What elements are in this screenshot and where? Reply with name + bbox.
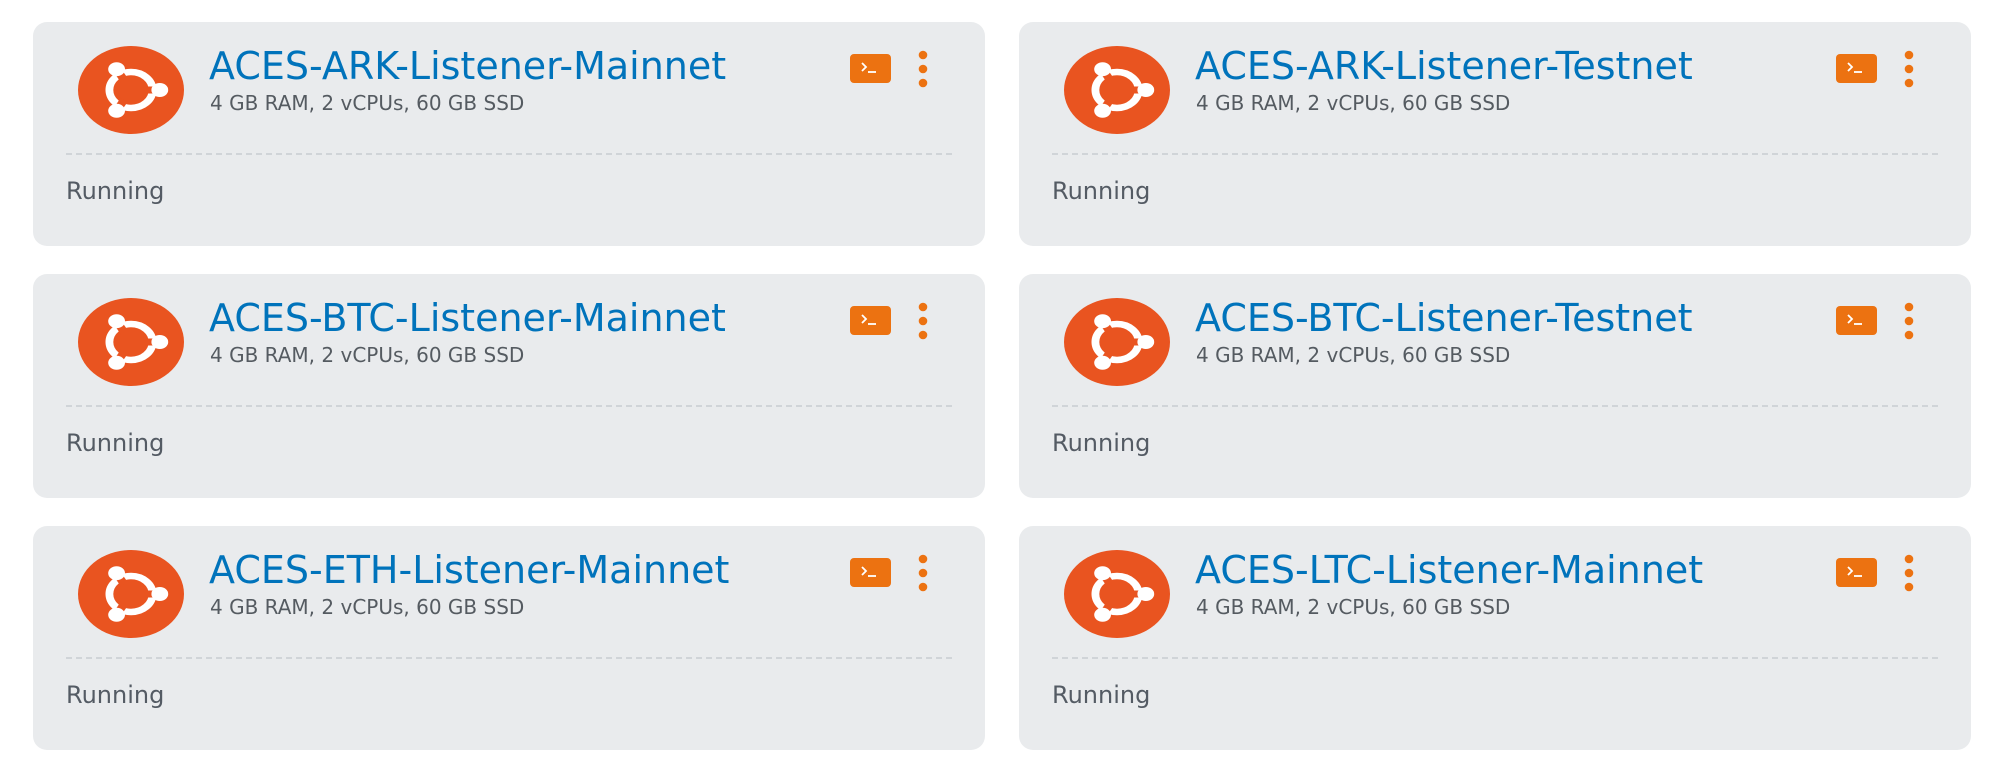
instance-menu-button[interactable] [913,554,933,592]
instance-status: Running [66,429,165,457]
ubuntu-logo-icon [78,298,184,386]
kebab-menu-icon [918,302,928,340]
connect-terminal-button[interactable] [850,558,891,587]
instance-menu-button[interactable] [913,302,933,340]
card-divider [66,405,952,407]
card-divider [1052,657,1938,659]
connect-terminal-button[interactable] [1836,54,1877,83]
instance-card: ACES-LTC-Listener-Mainnet 4 GB RAM, 2 vC… [1019,526,1971,750]
card-divider [66,657,952,659]
connect-terminal-button[interactable] [1836,558,1877,587]
instance-menu-button[interactable] [1899,554,1919,592]
instance-card: ACES-ARK-Listener-Testnet 4 GB RAM, 2 vC… [1019,22,1971,246]
ubuntu-logo-icon [78,46,184,134]
card-divider [1052,153,1938,155]
kebab-menu-icon [1904,50,1914,88]
instance-card: ACES-BTC-Listener-Testnet 4 GB RAM, 2 vC… [1019,274,1971,498]
instance-menu-button[interactable] [1899,302,1919,340]
kebab-menu-icon [1904,302,1914,340]
ubuntu-logo-icon [1064,298,1170,386]
instance-grid: ACES-ARK-Listener-Mainnet 4 GB RAM, 2 vC… [0,0,2000,780]
instance-menu-button[interactable] [913,50,933,88]
instance-specs: 4 GB RAM, 2 vCPUs, 60 GB SSD [210,343,525,367]
terminal-icon [1847,62,1862,73]
terminal-icon [1847,314,1862,325]
instance-specs: 4 GB RAM, 2 vCPUs, 60 GB SSD [1196,595,1511,619]
terminal-icon [861,566,876,577]
instance-name-link[interactable]: ACES-BTC-Listener-Testnet [1195,294,1693,342]
kebab-menu-icon [918,50,928,88]
terminal-icon [861,314,876,325]
terminal-icon [1847,566,1862,577]
instance-status: Running [66,177,165,205]
instance-name-link[interactable]: ACES-ARK-Listener-Mainnet [209,42,726,90]
instance-name-link[interactable]: ACES-ETH-Listener-Mainnet [209,546,729,594]
connect-terminal-button[interactable] [850,306,891,335]
card-divider [1052,405,1938,407]
instance-specs: 4 GB RAM, 2 vCPUs, 60 GB SSD [1196,343,1511,367]
instance-name-link[interactable]: ACES-ARK-Listener-Testnet [1195,42,1693,90]
instance-card: ACES-BTC-Listener-Mainnet 4 GB RAM, 2 vC… [33,274,985,498]
instance-name-link[interactable]: ACES-LTC-Listener-Mainnet [1195,546,1703,594]
instance-status: Running [1052,429,1151,457]
ubuntu-logo-icon [78,550,184,638]
instance-specs: 4 GB RAM, 2 vCPUs, 60 GB SSD [210,595,525,619]
instance-card: ACES-ETH-Listener-Mainnet 4 GB RAM, 2 vC… [33,526,985,750]
connect-terminal-button[interactable] [1836,306,1877,335]
ubuntu-logo-icon [1064,550,1170,638]
instance-menu-button[interactable] [1899,50,1919,88]
instance-name-link[interactable]: ACES-BTC-Listener-Mainnet [209,294,726,342]
connect-terminal-button[interactable] [850,54,891,83]
instance-card: ACES-ARK-Listener-Mainnet 4 GB RAM, 2 vC… [33,22,985,246]
instance-status: Running [1052,681,1151,709]
ubuntu-logo-icon [1064,46,1170,134]
instance-status: Running [66,681,165,709]
instance-status: Running [1052,177,1151,205]
instance-specs: 4 GB RAM, 2 vCPUs, 60 GB SSD [210,91,525,115]
kebab-menu-icon [1904,554,1914,592]
instance-specs: 4 GB RAM, 2 vCPUs, 60 GB SSD [1196,91,1511,115]
kebab-menu-icon [918,554,928,592]
terminal-icon [861,62,876,73]
card-divider [66,153,952,155]
